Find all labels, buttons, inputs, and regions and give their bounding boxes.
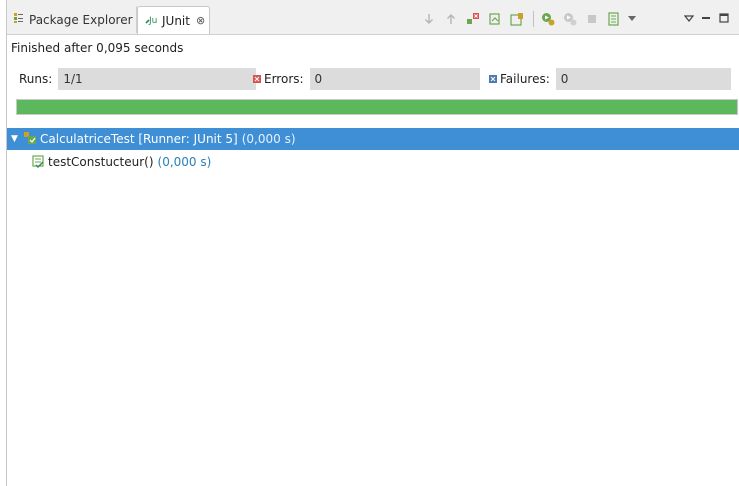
suite-time: (0,000 s) — [241, 132, 296, 146]
rerun-failures-first-icon[interactable] — [560, 9, 580, 29]
view-menu-icon[interactable] — [683, 12, 695, 26]
test-run-history-icon[interactable] — [604, 9, 624, 29]
history-dropdown-icon[interactable] — [626, 9, 638, 29]
error-icon — [253, 72, 261, 86]
failure-icon — [489, 72, 497, 86]
test-label: testConstucteur() — [48, 155, 154, 169]
show-skipped-tests-icon[interactable] — [485, 9, 505, 29]
junit-toolbar — [419, 8, 640, 30]
svg-text:Ju: Ju — [148, 16, 157, 26]
test-counters: Runs: 1/1 Errors: 0 Failures: 0 — [7, 68, 739, 90]
failures-value: 0 — [555, 68, 731, 90]
progress-fill — [17, 100, 737, 114]
junit-icon: Ju — [144, 12, 158, 29]
close-icon[interactable]: ⊗ — [196, 14, 205, 27]
expand-triangle-icon[interactable]: ▼ — [11, 134, 21, 144]
maximize-icon[interactable] — [718, 12, 730, 27]
run-status-message: Finished after 0,095 seconds — [11, 41, 184, 55]
package-explorer-icon — [13, 12, 25, 27]
runs-value: 1/1 — [58, 68, 257, 90]
toolbar-separator — [533, 11, 534, 27]
tree-row-suite[interactable]: ▼ CalculatriceTest [Runner: JUnit 5] (0,… — [7, 128, 739, 150]
previous-failure-icon[interactable] — [441, 9, 461, 29]
suite-label: CalculatriceTest [Runner: JUnit 5] — [40, 132, 238, 146]
minimize-icon[interactable] — [700, 12, 712, 26]
junit-view: Package Explorer Ju JUnit ⊗ Finished aft… — [6, 0, 739, 486]
scroll-lock-icon[interactable] — [507, 9, 527, 29]
stop-run-icon[interactable] — [582, 9, 602, 29]
tree-row-test[interactable]: testConstucteur() (0,000 s) — [7, 151, 739, 173]
view-controls — [683, 8, 730, 30]
errors-counter: Errors: 0 — [253, 68, 480, 90]
test-ok-icon — [31, 154, 45, 171]
test-time: (0,000 s) — [157, 155, 212, 169]
test-suite-ok-icon — [23, 131, 37, 148]
test-progress-bar — [16, 99, 738, 115]
tab-package-explorer[interactable]: Package Explorer — [7, 6, 137, 33]
errors-label: Errors: — [264, 72, 304, 86]
failures-counter: Failures: 0 — [489, 68, 731, 90]
tab-label: Package Explorer — [29, 12, 133, 27]
runs-counter: Runs: 1/1 — [19, 68, 257, 90]
errors-value: 0 — [309, 68, 480, 90]
view-tab-bar: Package Explorer Ju JUnit ⊗ — [7, 0, 739, 35]
next-failure-icon[interactable] — [419, 9, 439, 29]
failures-label: Failures: — [500, 72, 550, 86]
tab-label: JUnit — [162, 13, 190, 28]
runs-label: Runs: — [19, 72, 53, 86]
rerun-test-icon[interactable] — [538, 9, 558, 29]
show-failures-only-icon[interactable] — [463, 9, 483, 29]
tab-junit[interactable]: Ju JUnit ⊗ — [137, 6, 210, 34]
